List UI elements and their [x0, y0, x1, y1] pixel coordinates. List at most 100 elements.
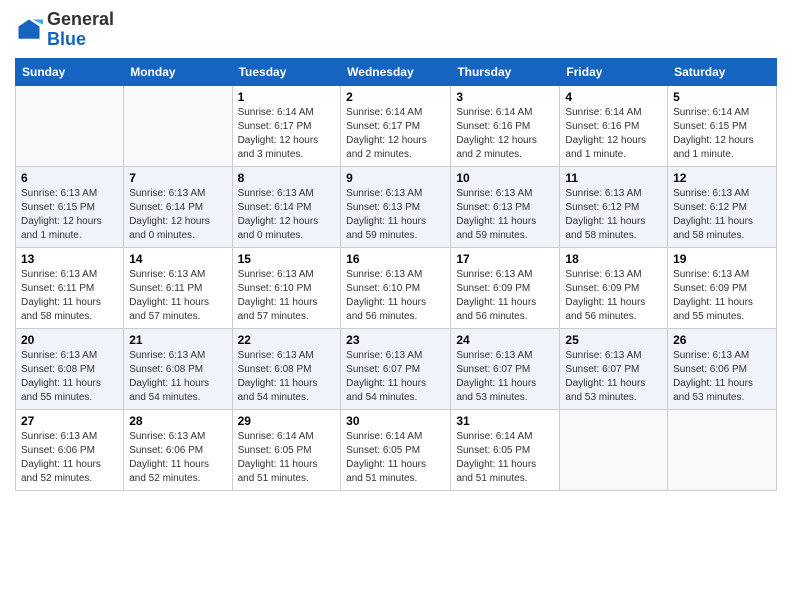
- day-info: Sunrise: 6:14 AM Sunset: 6:05 PM Dayligh…: [238, 430, 336, 486]
- day-number: 19: [673, 252, 771, 266]
- calendar-cell: 13 Sunrise: 6:13 AM Sunset: 6:11 PM Dayli…: [16, 247, 124, 328]
- calendar-cell: 29Sunrise: 6:14 AM Sunset: 6:05 PM Dayli…: [232, 409, 341, 490]
- calendar-day-header: Saturday: [668, 58, 777, 85]
- logo-text: General Blue: [47, 10, 114, 50]
- calendar-week-row: 1 Sunrise: 6:14 AM Sunset: 6:17 PM Daylig…: [16, 85, 777, 166]
- day-number: 10: [456, 171, 554, 185]
- day-info: Sunrise: 6:14 AM Sunset: 6:05 PM Dayligh…: [346, 430, 445, 486]
- day-number: 23: [346, 333, 445, 347]
- day-info: Sunrise: 6:13 AM Sunset: 6:09 PM Dayligh…: [565, 268, 662, 324]
- day-info: Sunrise: 6:13 AM Sunset: 6:10 PM Dayligh…: [238, 268, 336, 324]
- calendar-week-row: 20 Sunrise: 6:13 AM Sunset: 6:08 PM Dayli…: [16, 328, 777, 409]
- day-number: 25: [565, 333, 662, 347]
- day-number: 27: [21, 414, 118, 428]
- day-info: Sunrise: 6:13 AM Sunset: 6:08 PM Dayligh…: [238, 349, 336, 405]
- day-info: Sunrise: 6:13 AM Sunset: 6:06 PM Dayligh…: [673, 349, 771, 405]
- day-number: 4: [565, 90, 662, 104]
- calendar-cell: [16, 85, 124, 166]
- day-number: 13: [21, 252, 118, 266]
- day-info: Sunrise: 6:13 AM Sunset: 6:10 PM Dayligh…: [346, 268, 445, 324]
- logo-icon: [15, 16, 43, 44]
- calendar-cell: 24 Sunrise: 6:13 AM Sunset: 6:07 PM Dayli…: [451, 328, 560, 409]
- day-info: Sunrise: 6:13 AM Sunset: 6:11 PM Dayligh…: [129, 268, 226, 324]
- day-info: Sunrise: 6:13 AM Sunset: 6:07 PM Dayligh…: [456, 349, 554, 405]
- calendar-cell: 11Sunrise: 6:13 AM Sunset: 6:12 PM Dayli…: [560, 166, 668, 247]
- calendar-cell: 23 Sunrise: 6:13 AM Sunset: 6:07 PM Dayli…: [341, 328, 451, 409]
- day-number: 30: [346, 414, 445, 428]
- day-number: 11: [565, 171, 662, 185]
- header: General Blue: [15, 10, 777, 50]
- day-number: 24: [456, 333, 554, 347]
- day-number: 15: [238, 252, 336, 266]
- day-info: Sunrise: 6:14 AM Sunset: 6:17 PM Dayligh…: [346, 106, 445, 162]
- day-number: 21: [129, 333, 226, 347]
- calendar-cell: 6 Sunrise: 6:13 AM Sunset: 6:15 PM Daylig…: [16, 166, 124, 247]
- day-info: Sunrise: 6:14 AM Sunset: 6:16 PM Dayligh…: [456, 106, 554, 162]
- day-info: Sunrise: 6:13 AM Sunset: 6:14 PM Dayligh…: [129, 187, 226, 243]
- day-number: 3: [456, 90, 554, 104]
- calendar-cell: 16 Sunrise: 6:13 AM Sunset: 6:10 PM Dayli…: [341, 247, 451, 328]
- day-number: 22: [238, 333, 336, 347]
- day-info: Sunrise: 6:14 AM Sunset: 6:16 PM Dayligh…: [565, 106, 662, 162]
- calendar-cell: 14 Sunrise: 6:13 AM Sunset: 6:11 PM Dayli…: [124, 247, 232, 328]
- day-number: 26: [673, 333, 771, 347]
- calendar-cell: 10 Sunrise: 6:13 AM Sunset: 6:13 PM Dayli…: [451, 166, 560, 247]
- day-number: 17: [456, 252, 554, 266]
- day-info: Sunrise: 6:13 AM Sunset: 6:09 PM Dayligh…: [673, 268, 771, 324]
- calendar-table: SundayMondayTuesdayWednesdayThursdayFrid…: [15, 58, 777, 491]
- calendar-cell: 15 Sunrise: 6:13 AM Sunset: 6:10 PM Dayli…: [232, 247, 341, 328]
- calendar-cell: [668, 409, 777, 490]
- calendar-header-row: SundayMondayTuesdayWednesdayThursdayFrid…: [16, 58, 777, 85]
- calendar-cell: 21 Sunrise: 6:13 AM Sunset: 6:08 PM Dayli…: [124, 328, 232, 409]
- day-info: Sunrise: 6:13 AM Sunset: 6:07 PM Dayligh…: [346, 349, 445, 405]
- day-number: 14: [129, 252, 226, 266]
- calendar-cell: 22 Sunrise: 6:13 AM Sunset: 6:08 PM Dayli…: [232, 328, 341, 409]
- day-number: 5: [673, 90, 771, 104]
- calendar-cell: 3 Sunrise: 6:14 AM Sunset: 6:16 PM Daylig…: [451, 85, 560, 166]
- calendar-cell: 12Sunrise: 6:13 AM Sunset: 6:12 PM Dayli…: [668, 166, 777, 247]
- calendar-cell: 8 Sunrise: 6:13 AM Sunset: 6:14 PM Daylig…: [232, 166, 341, 247]
- calendar-cell: 30 Sunrise: 6:14 AM Sunset: 6:05 PM Dayli…: [341, 409, 451, 490]
- calendar-day-header: Friday: [560, 58, 668, 85]
- day-info: Sunrise: 6:14 AM Sunset: 6:15 PM Dayligh…: [673, 106, 771, 162]
- day-number: 16: [346, 252, 445, 266]
- day-info: Sunrise: 6:13 AM Sunset: 6:13 PM Dayligh…: [456, 187, 554, 243]
- day-number: 18: [565, 252, 662, 266]
- calendar-cell: 26 Sunrise: 6:13 AM Sunset: 6:06 PM Dayli…: [668, 328, 777, 409]
- day-number: 9: [346, 171, 445, 185]
- day-info: Sunrise: 6:13 AM Sunset: 6:06 PM Dayligh…: [21, 430, 118, 486]
- logo-line2: Blue: [47, 30, 114, 50]
- day-number: 1: [238, 90, 336, 104]
- calendar-cell: 9Sunrise: 6:13 AM Sunset: 6:13 PM Daylig…: [341, 166, 451, 247]
- calendar-day-header: Sunday: [16, 58, 124, 85]
- day-info: Sunrise: 6:13 AM Sunset: 6:09 PM Dayligh…: [456, 268, 554, 324]
- day-number: 20: [21, 333, 118, 347]
- calendar-cell: 4 Sunrise: 6:14 AM Sunset: 6:16 PM Daylig…: [560, 85, 668, 166]
- calendar-day-header: Tuesday: [232, 58, 341, 85]
- calendar-week-row: 6 Sunrise: 6:13 AM Sunset: 6:15 PM Daylig…: [16, 166, 777, 247]
- logo: General Blue: [15, 10, 114, 50]
- day-info: Sunrise: 6:13 AM Sunset: 6:11 PM Dayligh…: [21, 268, 118, 324]
- day-number: 31: [456, 414, 554, 428]
- day-info: Sunrise: 6:13 AM Sunset: 6:06 PM Dayligh…: [129, 430, 226, 486]
- day-info: Sunrise: 6:13 AM Sunset: 6:14 PM Dayligh…: [238, 187, 336, 243]
- day-info: Sunrise: 6:13 AM Sunset: 6:15 PM Dayligh…: [21, 187, 118, 243]
- calendar-cell: 17 Sunrise: 6:13 AM Sunset: 6:09 PM Dayli…: [451, 247, 560, 328]
- calendar-day-header: Monday: [124, 58, 232, 85]
- calendar-cell: 5 Sunrise: 6:14 AM Sunset: 6:15 PM Daylig…: [668, 85, 777, 166]
- calendar-week-row: 27 Sunrise: 6:13 AM Sunset: 6:06 PM Dayli…: [16, 409, 777, 490]
- day-info: Sunrise: 6:13 AM Sunset: 6:12 PM Dayligh…: [673, 187, 771, 243]
- day-info: Sunrise: 6:13 AM Sunset: 6:08 PM Dayligh…: [21, 349, 118, 405]
- day-info: Sunrise: 6:13 AM Sunset: 6:08 PM Dayligh…: [129, 349, 226, 405]
- calendar-cell: 31Sunrise: 6:14 AM Sunset: 6:05 PM Dayli…: [451, 409, 560, 490]
- day-number: 8: [238, 171, 336, 185]
- calendar-cell: 25 Sunrise: 6:13 AM Sunset: 6:07 PM Dayli…: [560, 328, 668, 409]
- calendar-week-row: 13 Sunrise: 6:13 AM Sunset: 6:11 PM Dayli…: [16, 247, 777, 328]
- page: General Blue SundayMondayTuesdayWednesda…: [0, 0, 792, 612]
- day-info: Sunrise: 6:13 AM Sunset: 6:07 PM Dayligh…: [565, 349, 662, 405]
- day-info: Sunrise: 6:14 AM Sunset: 6:17 PM Dayligh…: [238, 106, 336, 162]
- calendar-cell: [560, 409, 668, 490]
- calendar-day-header: Thursday: [451, 58, 560, 85]
- day-number: 6: [21, 171, 118, 185]
- day-number: 7: [129, 171, 226, 185]
